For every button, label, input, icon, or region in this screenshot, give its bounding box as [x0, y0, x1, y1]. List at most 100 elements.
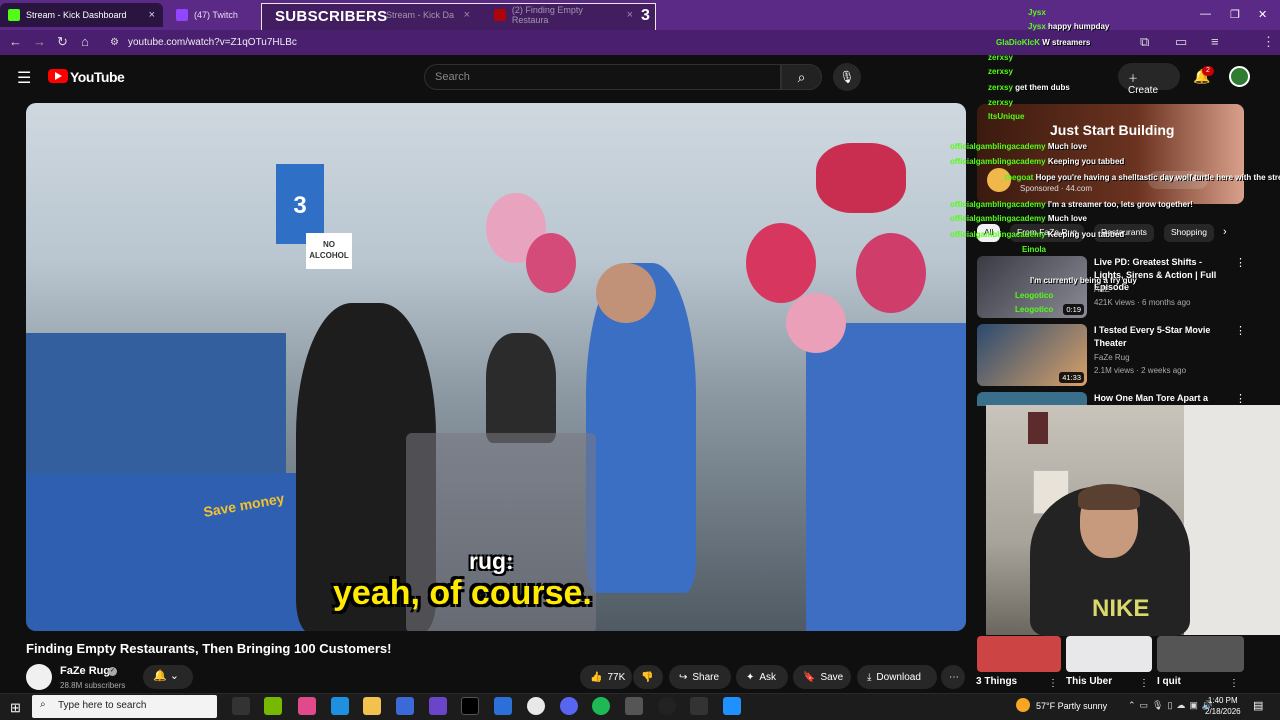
- store-shelf-right: [806, 323, 966, 631]
- chrome-icon[interactable]: [527, 697, 545, 715]
- chat-user: zerxsy: [988, 67, 1013, 76]
- chat-user: ItsUnique: [988, 112, 1025, 121]
- system-tray-icons[interactable]: ⌃▭🎙▯☁▣🔊: [1128, 700, 1217, 711]
- notification-center-icon[interactable]: ▤: [1253, 699, 1263, 712]
- app-icon[interactable]: [429, 697, 447, 715]
- like-button[interactable]: 👍 77K: [580, 665, 632, 689]
- app-icon[interactable]: [723, 697, 741, 715]
- tab-kick-dashboard[interactable]: Stream - Kick Dashboard ×: [0, 3, 163, 27]
- extensions-icon[interactable]: ⧉: [1140, 34, 1149, 50]
- home-icon[interactable]: ⌂: [81, 34, 89, 49]
- discord-icon[interactable]: [560, 697, 578, 715]
- search-input[interactable]: Search: [424, 64, 781, 90]
- forward-icon[interactable]: →: [33, 34, 46, 49]
- more-vert-icon[interactable]: ⋮: [1229, 678, 1239, 689]
- ask-label: Ask: [759, 671, 777, 683]
- voice-search-button[interactable]: 🎙: [833, 63, 861, 91]
- subscriber-overlay-count: 3: [641, 7, 650, 24]
- close-window-icon[interactable]: ✕: [1258, 8, 1267, 21]
- epic-games-icon[interactable]: [690, 697, 708, 715]
- reload-icon[interactable]: ↻: [57, 34, 68, 50]
- rec-thumbnail[interactable]: [1157, 636, 1244, 672]
- rec-thumbnail[interactable]: 41:33: [977, 324, 1087, 386]
- balloon: [746, 223, 816, 303]
- more-actions-button[interactable]: ⋯: [941, 665, 965, 689]
- chat-text: I'm a streamer too, lets grow together!: [1047, 200, 1193, 209]
- download-button[interactable]: ⤓ Download: [857, 665, 937, 689]
- chat-message: officialgamblingacademy I'm a streamer t…: [950, 199, 1193, 210]
- love-balloon: [816, 143, 906, 213]
- rec-thumbnail[interactable]: [977, 392, 1087, 406]
- playlist-icon[interactable]: ≡: [1211, 34, 1219, 49]
- chat-user: officialgamblingacademy: [950, 214, 1046, 223]
- file-explorer-icon[interactable]: [363, 697, 381, 715]
- save-button[interactable]: 🔖 Save: [793, 665, 851, 689]
- rec-video[interactable]: 41:33 I Tested Every 5-Star Movie Theate…: [977, 324, 1246, 388]
- rec-thumbnail[interactable]: [1066, 636, 1152, 672]
- rec-channel[interactable]: A&E: [1094, 285, 1110, 294]
- weather-text[interactable]: 57°F Partly sunny: [1036, 701, 1107, 711]
- rec-meta: 2.1M views · 2 weeks ago: [1094, 366, 1187, 375]
- settings-icon[interactable]: [625, 697, 643, 715]
- create-button[interactable]: ＋ Create: [1118, 63, 1180, 96]
- share-label: Share: [692, 671, 720, 683]
- minimize-icon[interactable]: —: [1200, 8, 1211, 20]
- chat-message: zerxsy: [988, 97, 1013, 108]
- chat-message: officialgamblingacademy Keeping you tabb…: [950, 156, 1124, 167]
- youtube-logo-icon[interactable]: [48, 69, 68, 83]
- rec-thumbnail[interactable]: [977, 636, 1061, 672]
- chevron-right-icon[interactable]: ›: [1223, 226, 1227, 238]
- app-icon[interactable]: [298, 697, 316, 715]
- subscriber-count: 28.8M subscribers: [60, 681, 126, 690]
- youtube-logo-text[interactable]: YouTube: [70, 69, 125, 85]
- rec-title[interactable]: How One Man Tore Apart a: [1094, 392, 1229, 405]
- rec-channel[interactable]: FaZe Rug: [1094, 353, 1130, 362]
- taskbar-clock[interactable]: 1:40 PM 2/18/2026: [1205, 695, 1241, 717]
- maximize-icon[interactable]: ❐: [1230, 8, 1240, 21]
- aisle-sign: 3: [276, 164, 324, 244]
- search-button[interactable]: ⌕: [781, 64, 822, 90]
- more-vert-icon[interactable]: ⋮: [1235, 324, 1246, 337]
- more-vert-icon[interactable]: ⋮: [1235, 392, 1246, 405]
- chat-text: Hope you're having a shelltastic day wol…: [1035, 173, 1280, 182]
- hamburger-menu-icon[interactable]: ☰: [17, 68, 31, 88]
- site-info-icon[interactable]: ⚙: [110, 37, 119, 48]
- url-field[interactable]: youtube.com/watch?v=Z1qOTu7HLBc: [128, 37, 297, 48]
- windows-start-icon[interactable]: ⊞: [10, 700, 21, 716]
- clock-date: 2/18/2026: [1205, 707, 1241, 716]
- app-icon[interactable]: [494, 697, 512, 715]
- back-icon[interactable]: ←: [9, 34, 22, 49]
- chat-message: Jysx: [1028, 7, 1046, 18]
- ad-headline: Just Start Building: [1050, 122, 1175, 138]
- more-vert-icon[interactable]: ⋮: [1048, 678, 1058, 689]
- more-vert-icon[interactable]: ⋮: [1139, 678, 1149, 689]
- rec-title[interactable]: 3 Things: [976, 676, 1017, 687]
- store-icon[interactable]: [396, 697, 414, 715]
- rec-title[interactable]: I quit: [1157, 676, 1181, 687]
- nvidia-icon[interactable]: [264, 697, 282, 715]
- obs-icon[interactable]: [658, 697, 676, 715]
- weather-sun-icon: [1016, 698, 1030, 712]
- ask-button[interactable]: ✦ Ask: [736, 665, 788, 689]
- rec-title[interactable]: This Uber: [1066, 676, 1112, 687]
- chat-user: zerxsy: [988, 98, 1013, 107]
- streamer-hair: [1078, 484, 1140, 510]
- channel-avatar[interactable]: [26, 664, 52, 690]
- spotify-icon[interactable]: [592, 697, 610, 715]
- close-icon[interactable]: ×: [149, 9, 155, 21]
- share-button[interactable]: ↪ Share: [669, 665, 731, 689]
- more-vert-icon[interactable]: ⋮: [1235, 256, 1246, 269]
- taskbar-search-input[interactable]: Type here to search: [32, 695, 217, 718]
- edge-icon[interactable]: [331, 697, 349, 715]
- dislike-button[interactable]: 👎: [633, 665, 663, 689]
- rec-title[interactable]: I Tested Every 5-Star Movie Theater: [1094, 324, 1229, 349]
- chip-shopping[interactable]: Shopping: [1164, 224, 1214, 242]
- cast-icon[interactable]: ▭: [1175, 34, 1187, 50]
- browser-menu-icon[interactable]: ⋮: [1262, 34, 1275, 50]
- tiktok-icon[interactable]: [461, 697, 479, 715]
- task-view-icon[interactable]: [232, 697, 250, 715]
- balloon: [526, 233, 576, 293]
- channel-name[interactable]: FaZe Rug: [60, 665, 110, 677]
- account-avatar[interactable]: [1229, 66, 1250, 87]
- subscribed-bell-button[interactable]: 🔔 ⌄: [143, 665, 193, 689]
